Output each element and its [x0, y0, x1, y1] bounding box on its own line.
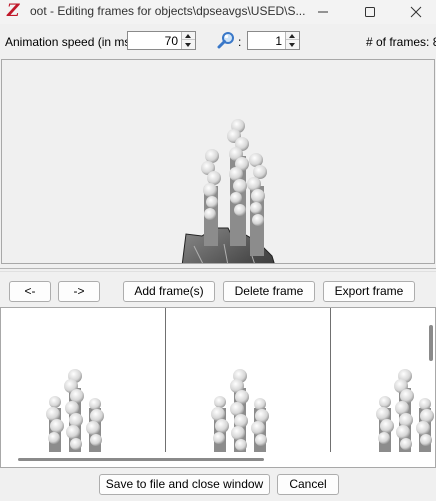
minimize-button[interactable] — [299, 0, 345, 24]
previous-frame-button[interactable]: <- — [9, 281, 51, 302]
vertical-scrollbar[interactable] — [429, 325, 433, 361]
zoom-separator: : — [238, 35, 242, 49]
animation-speed-value[interactable]: 70 — [165, 34, 178, 48]
spinner-arrows — [181, 32, 195, 49]
title-bar: Z oot - Editing frames for objects\dpsea… — [0, 0, 436, 24]
save-and-close-button[interactable]: Save to file and close window — [99, 474, 270, 495]
frames-strip — [0, 307, 436, 468]
minimize-icon — [318, 11, 328, 13]
frame-thumbnail-3[interactable] — [331, 308, 435, 452]
next-frame-button[interactable]: -> — [58, 281, 100, 302]
close-icon — [410, 6, 422, 18]
spin-up-button[interactable] — [286, 32, 299, 40]
arrow-up-icon — [185, 34, 191, 38]
horizontal-scrollbar[interactable] — [18, 458, 264, 461]
window-title: oot - Editing frames for objects\dpseavg… — [30, 4, 306, 18]
panel-splitter[interactable] — [0, 268, 436, 272]
frame-thumbnail-2[interactable] — [166, 308, 331, 452]
spinner-arrows — [285, 32, 299, 49]
app-z-icon: Z — [7, 1, 20, 21]
frames-count-label: # of frames: 8 — [366, 35, 436, 49]
coral-sprite-icon — [46, 369, 104, 452]
close-button[interactable] — [392, 0, 436, 24]
magnifier-icon[interactable] — [217, 31, 235, 49]
zoom-value[interactable]: 1 — [275, 34, 282, 48]
spin-down-button[interactable] — [286, 41, 299, 49]
coral-sprite-preview — [181, 119, 275, 263]
cancel-button[interactable]: Cancel — [277, 474, 339, 495]
arrow-up-icon — [289, 34, 295, 38]
spin-down-button[interactable] — [182, 41, 195, 49]
frame-thumbnail-1[interactable] — [1, 308, 166, 452]
arrow-down-icon — [289, 43, 295, 47]
export-frame-button[interactable]: Export frame — [323, 281, 415, 302]
coral-sprite-icon — [211, 369, 269, 452]
coral-sprite-icon — [376, 369, 434, 452]
maximize-button[interactable] — [346, 0, 392, 24]
maximize-icon — [365, 7, 375, 17]
add-frames-button[interactable]: Add frame(s) — [123, 281, 215, 302]
delete-frame-button[interactable]: Delete frame — [223, 281, 315, 302]
zoom-spinner[interactable]: 1 — [247, 31, 300, 50]
arrow-down-icon — [185, 43, 191, 47]
toolbar: Animation speed (in ms): 70 : 1 # of fra… — [0, 28, 436, 54]
animation-speed-spinner[interactable]: 70 — [127, 31, 196, 50]
animation-speed-label: Animation speed (in ms): — [5, 35, 138, 49]
spin-up-button[interactable] — [182, 32, 195, 40]
animation-preview — [1, 59, 435, 264]
